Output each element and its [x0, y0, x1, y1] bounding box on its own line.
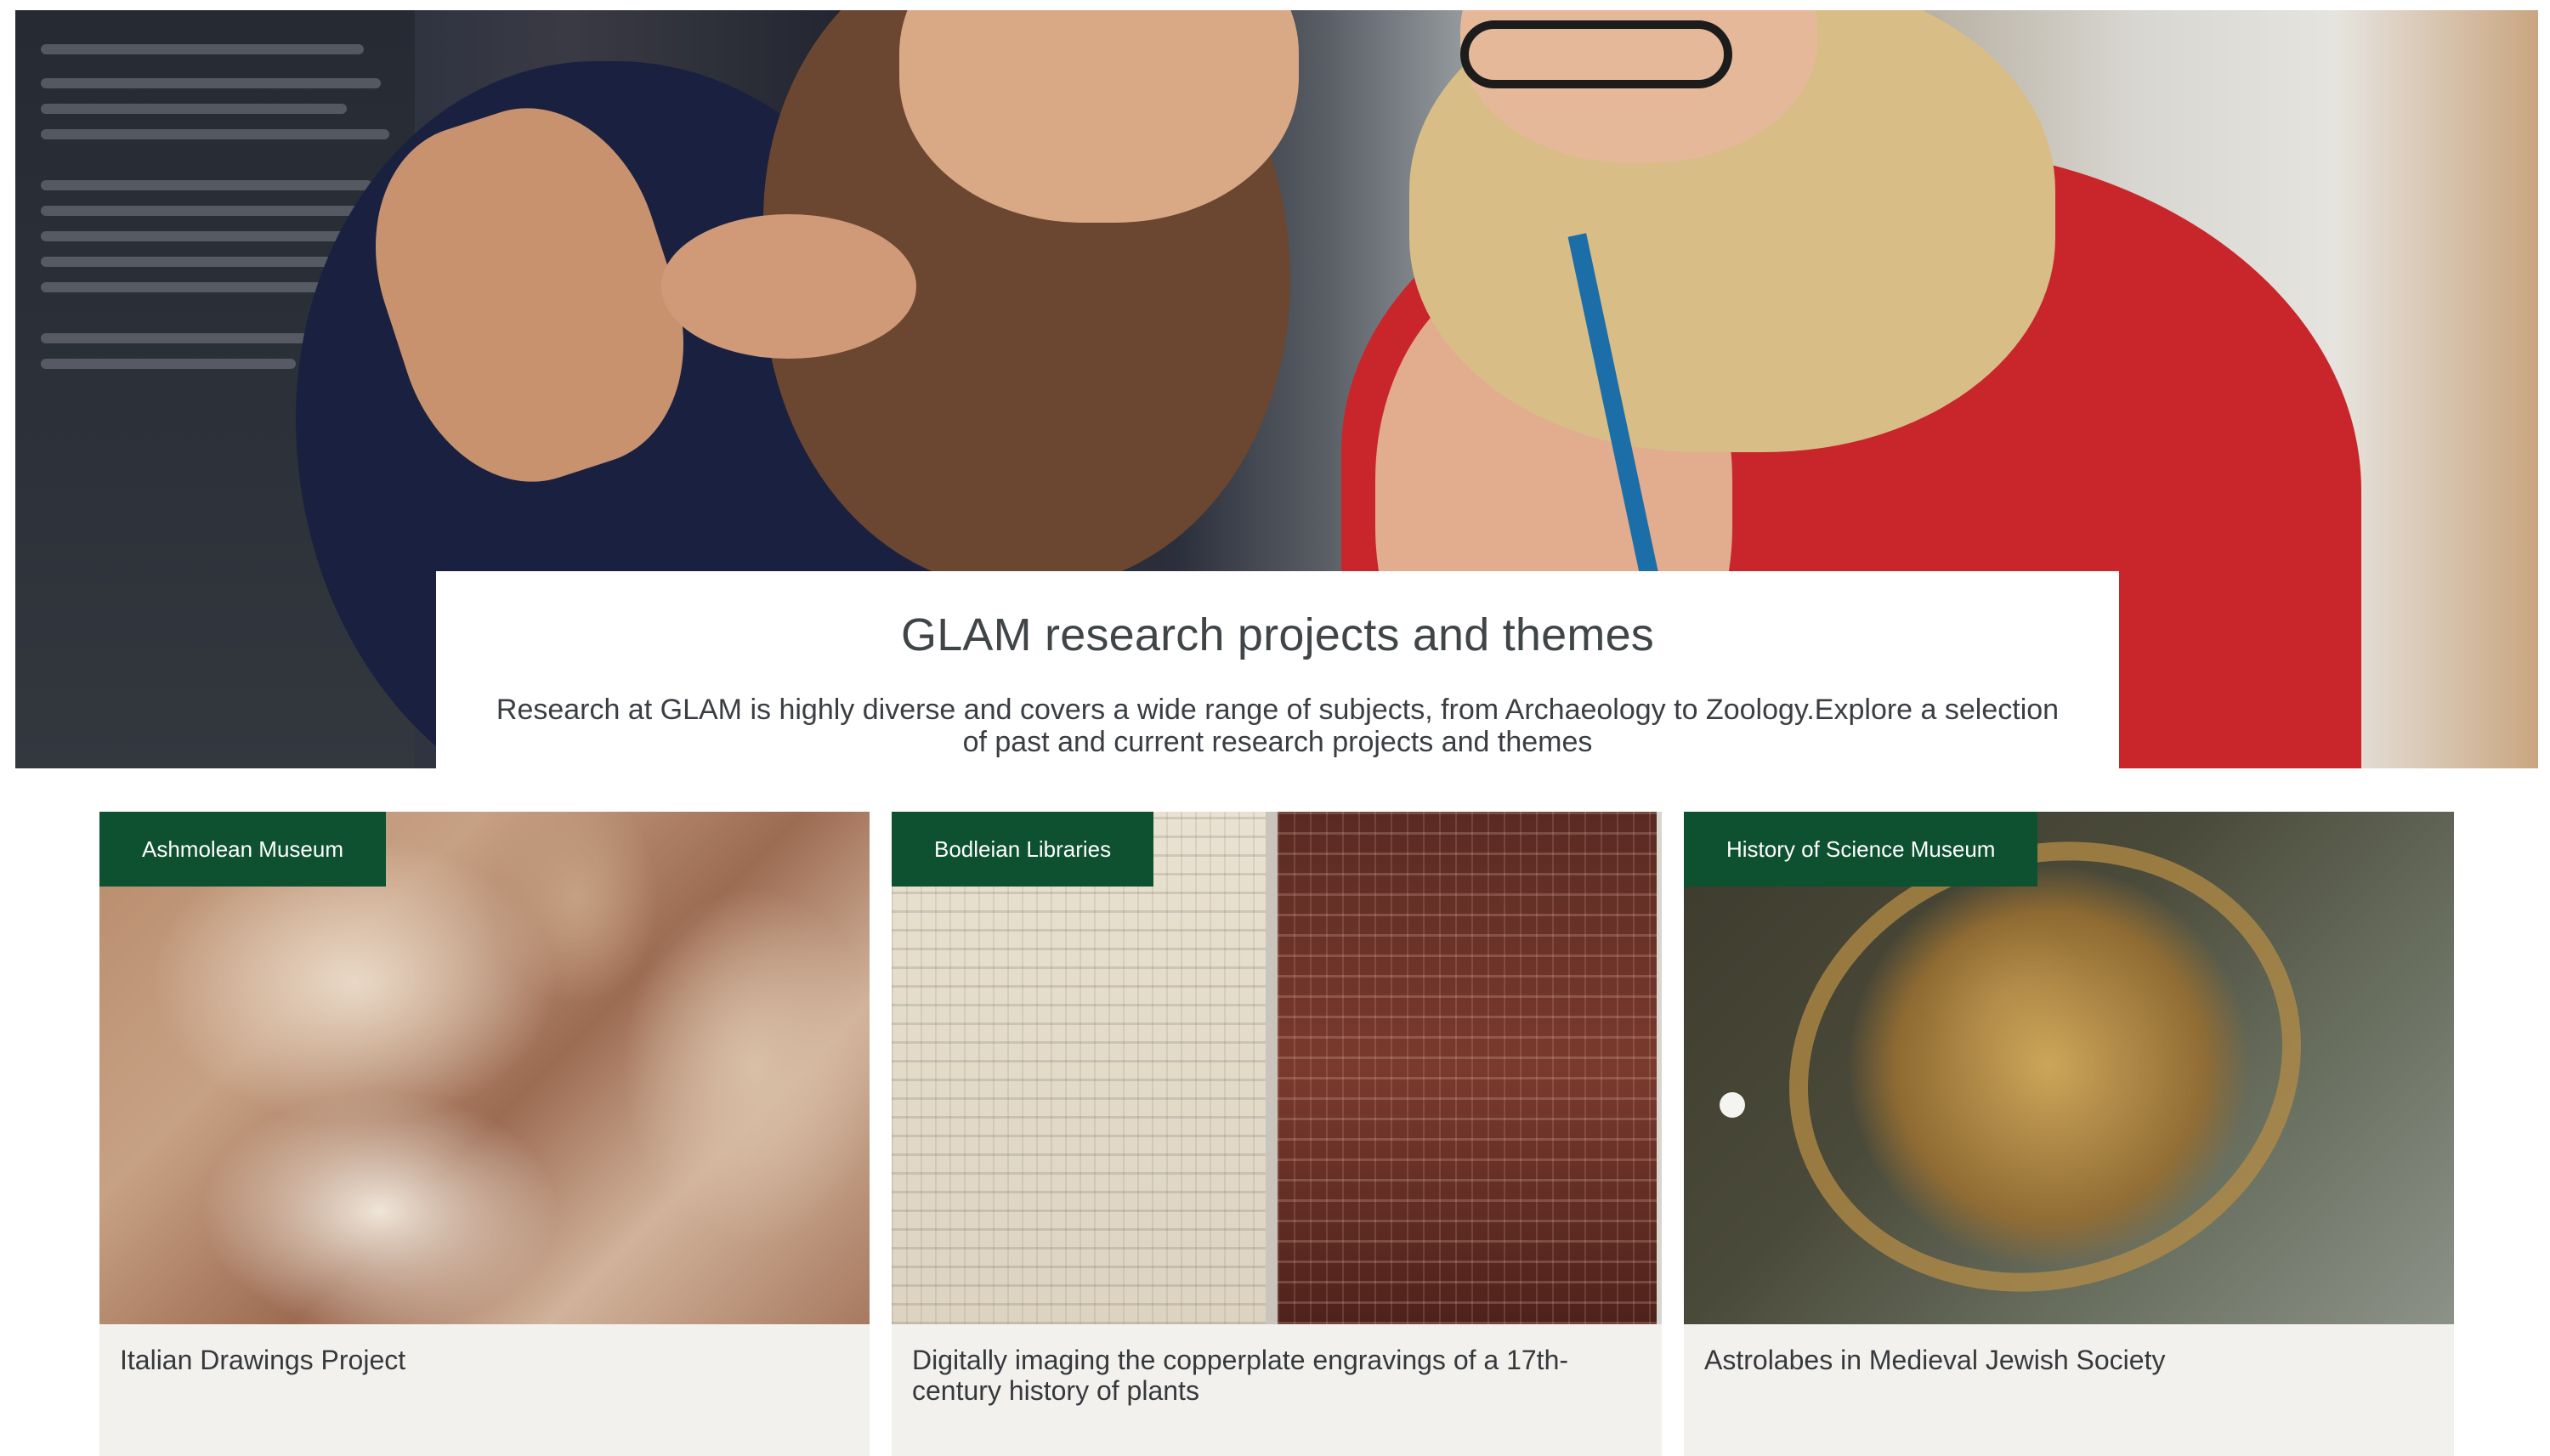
- hero-banner: GLAM research projects and themes Resear…: [15, 10, 2538, 768]
- astrolabe-ring: [1730, 812, 2360, 1324]
- project-card-image[interactable]: Bodleian Libraries: [892, 812, 1662, 1324]
- project-card-title[interactable]: Italian Drawings Project: [99, 1324, 870, 1375]
- hero-intro-card: GLAM research projects and themes Resear…: [436, 571, 2119, 768]
- project-card-image[interactable]: Ashmolean Museum: [99, 812, 870, 1324]
- page: GLAM research projects and themes Resear…: [0, 0, 2550, 1456]
- copperplate-right: [1278, 812, 1662, 1324]
- project-card-image[interactable]: History of Science Museum: [1684, 812, 2454, 1324]
- institution-tag: History of Science Museum: [1684, 812, 2038, 887]
- project-card-title[interactable]: Astrolabes in Medieval Jewish Society: [1684, 1324, 2454, 1375]
- engraving-print-left: [892, 812, 1266, 1324]
- institution-tag: Ashmolean Museum: [99, 812, 386, 887]
- project-card-astrolabes[interactable]: History of Science Museum Astrolabes in …: [1684, 812, 2454, 1456]
- page-title: GLAM research projects and themes: [901, 609, 1654, 660]
- project-card-italian-drawings[interactable]: Ashmolean Museum Italian Drawings Projec…: [99, 812, 870, 1456]
- institution-tag: Bodleian Libraries: [892, 812, 1154, 887]
- page-description: Research at GLAM is highly diverse and c…: [496, 694, 2060, 758]
- glasses-shape: [1460, 20, 1732, 88]
- project-card-title[interactable]: Digitally imaging the copperplate engrav…: [892, 1324, 1662, 1406]
- project-card-copperplate-engravings[interactable]: Bodleian Libraries Digitally imaging the…: [892, 812, 1662, 1456]
